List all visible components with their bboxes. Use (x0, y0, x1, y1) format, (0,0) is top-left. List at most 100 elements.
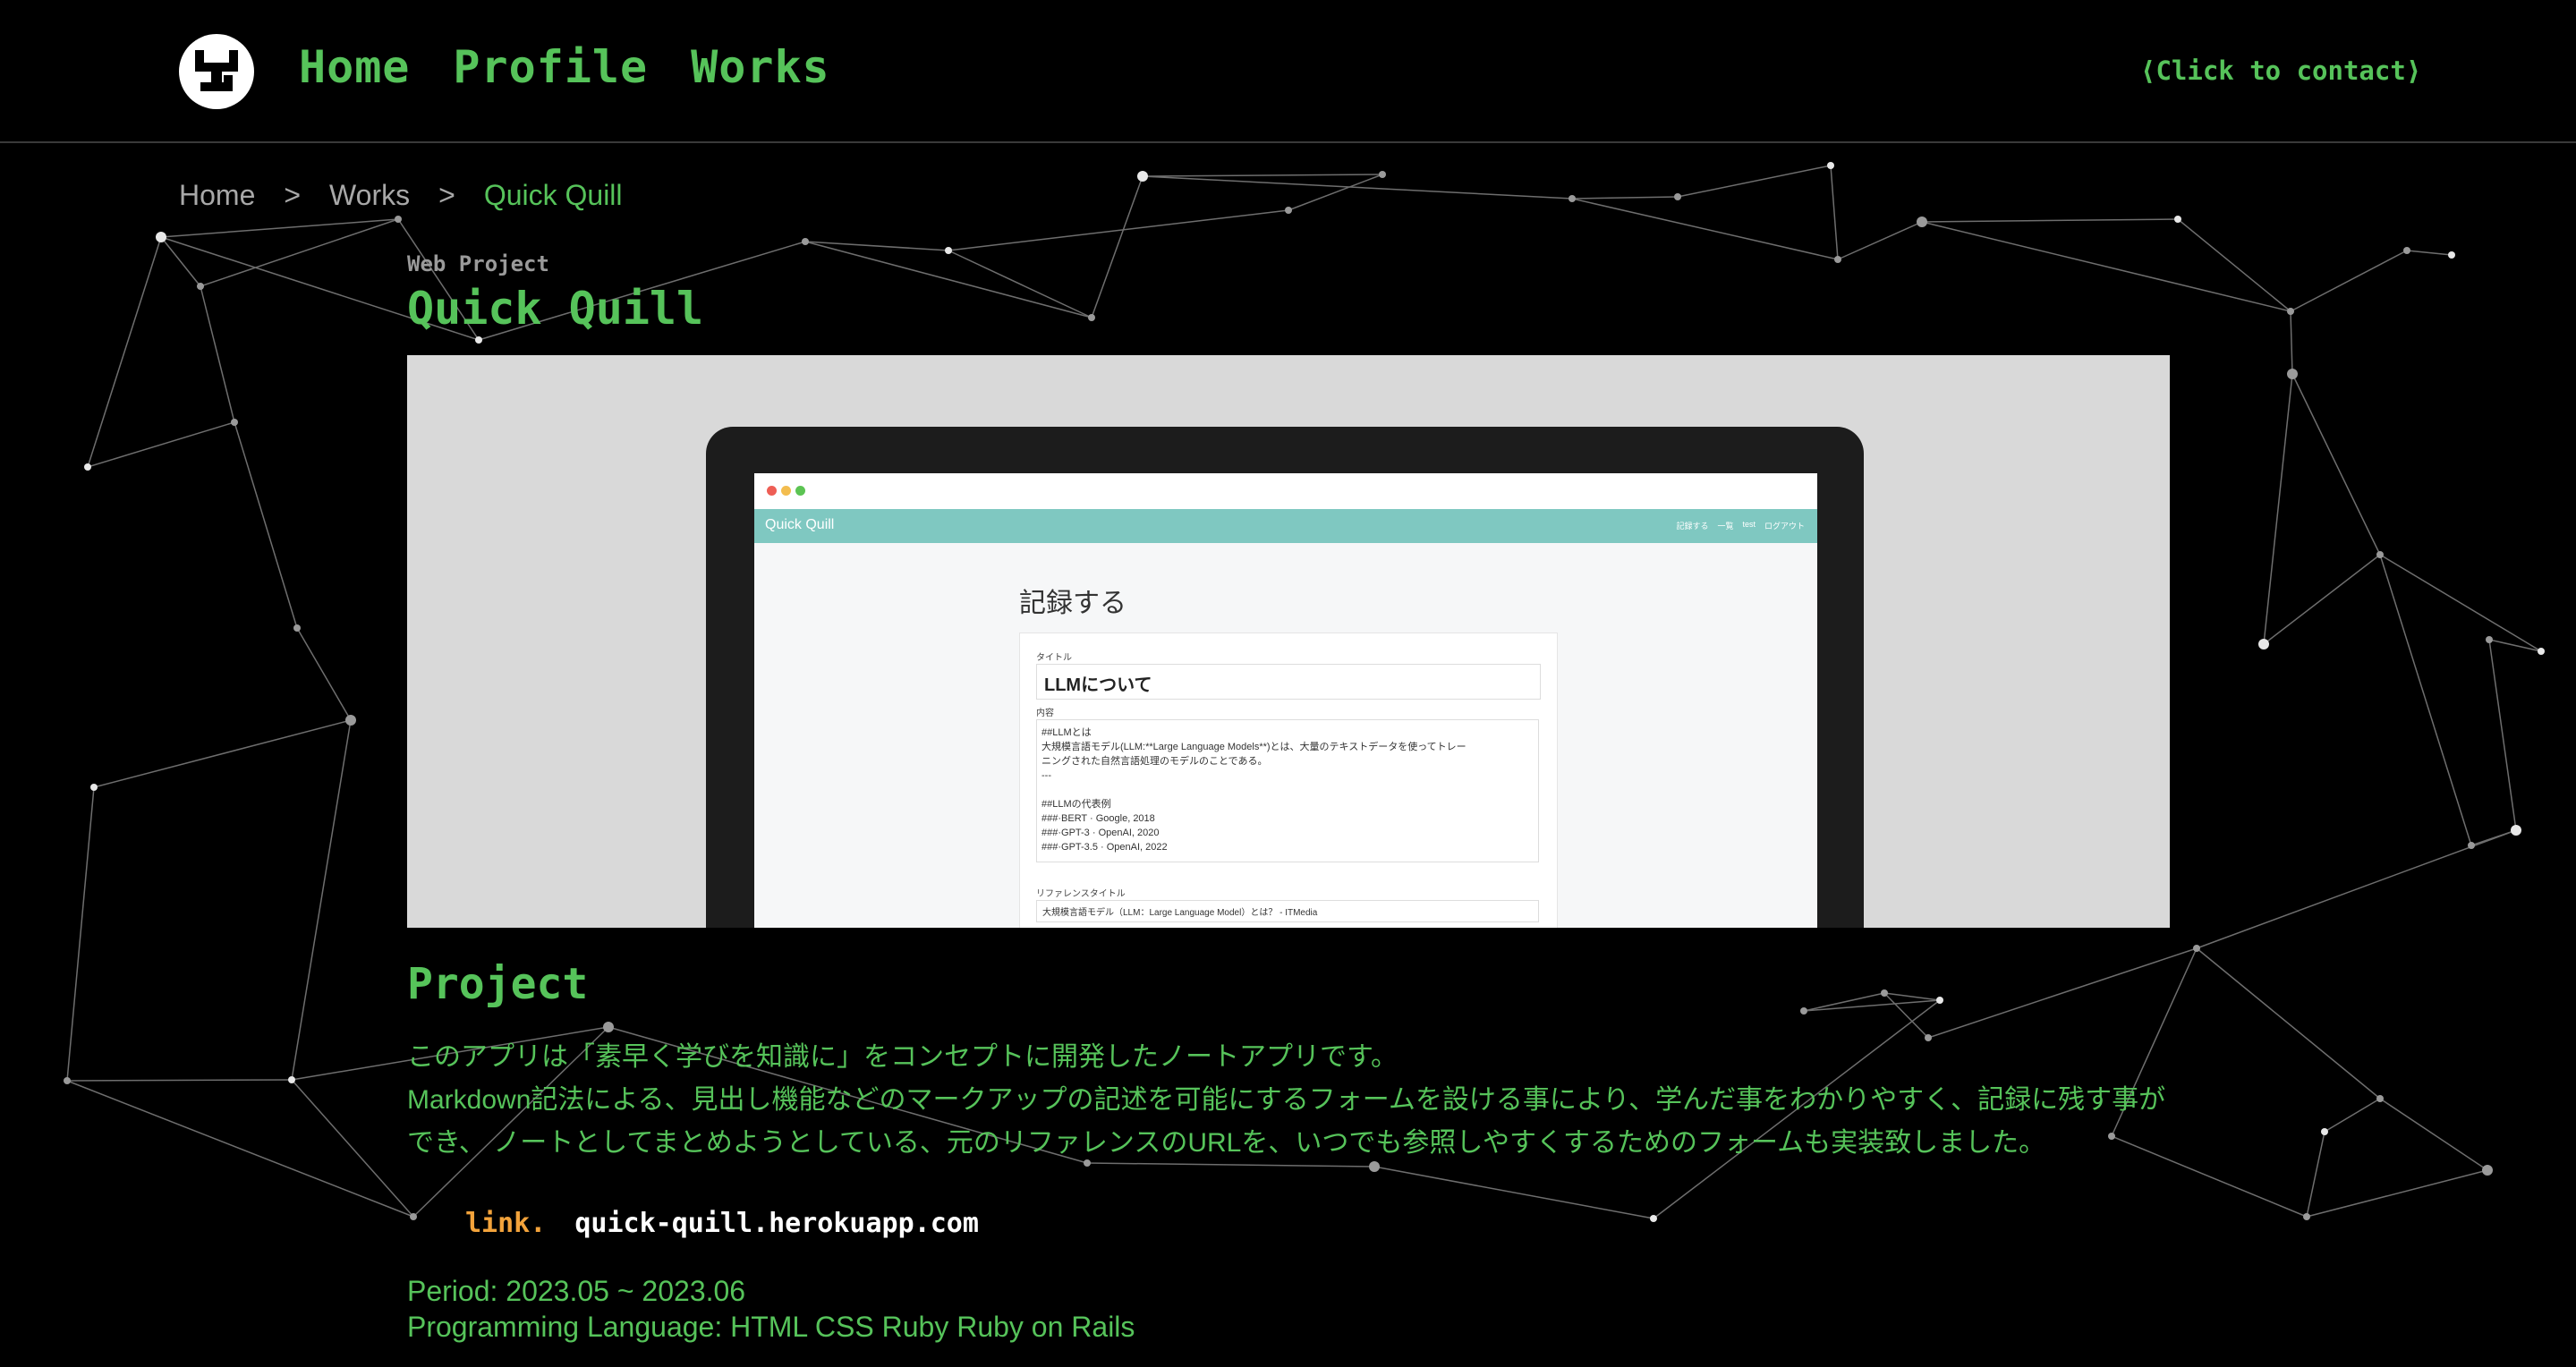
network-node (84, 463, 91, 471)
network-node (2482, 1165, 2493, 1176)
work-category: Web Project (407, 251, 549, 276)
network-line (2488, 639, 2542, 652)
network-line (291, 1079, 414, 1218)
project-url-link[interactable]: quick-quill.herokuapp.com (574, 1208, 979, 1239)
network-node (2448, 251, 2455, 259)
network-node (1881, 989, 1888, 997)
site-header: Home Profile Works ⟨Click to contact⟩ (0, 0, 2576, 143)
network-node (2321, 1128, 2328, 1135)
network-line (1803, 999, 1941, 1012)
project-link: link. quick-quill.herokuapp.com (465, 1208, 979, 1239)
network-node (2287, 308, 2294, 315)
laptop-frame: Quick Quill 記録する 一覧 test ログアウト 記録する タイトル… (706, 427, 1864, 928)
network-line (66, 1079, 293, 1082)
content-line: --- (1041, 770, 1051, 781)
breadcrumb: Home > Works > Quick Quill (179, 179, 623, 212)
network-node (2511, 825, 2521, 836)
network-node (2193, 945, 2200, 952)
network-line (2196, 947, 2381, 1100)
form-card: タイトル LLMについて 内容 ##LLMとは 大規模言語モデル(LLM:**L… (1019, 633, 1558, 928)
minimize-dot-icon (781, 486, 791, 496)
link-label: link. (465, 1208, 547, 1239)
network-line (1288, 174, 1383, 211)
project-screenshot: Quick Quill 記録する 一覧 test ログアウト 記録する タイトル… (407, 355, 2170, 928)
network-node (293, 624, 301, 632)
network-line (93, 719, 352, 788)
contact-link[interactable]: ⟨Click to contact⟩ (2140, 55, 2421, 86)
network-line (66, 786, 95, 1082)
content-label: 内容 (1036, 709, 1054, 718)
network-node (410, 1213, 417, 1220)
network-line (1830, 165, 1839, 260)
network-line (234, 421, 298, 629)
content-line: ###·BERT · Google, 2018 (1041, 813, 1155, 824)
network-line (66, 1080, 414, 1218)
network-line (2196, 829, 2517, 949)
app-menu: 記録する 一覧 test ログアウト (1676, 520, 1805, 531)
nav-profile[interactable]: Profile (453, 41, 648, 93)
network-node (345, 715, 356, 726)
network-line (2406, 250, 2453, 256)
network-line (1921, 218, 2179, 223)
network-node (2287, 369, 2298, 379)
network-line (1142, 175, 1573, 200)
network-node (197, 283, 204, 290)
network-line (1883, 992, 1929, 1039)
logo-icon (195, 50, 238, 91)
network-node (1379, 171, 1386, 178)
network-node (1936, 997, 1943, 1004)
network-line (1927, 947, 2198, 1039)
network-line (2324, 1098, 2381, 1133)
content-line: ニングされた自然言語処理のモデルのことである。 (1041, 756, 1268, 767)
network-line (804, 241, 949, 251)
network-node (2468, 842, 2475, 849)
site-logo[interactable] (179, 34, 254, 109)
laptop-screen: Quick Quill 記録する 一覧 test ログアウト 記録する タイトル… (754, 473, 1817, 928)
network-line (87, 236, 162, 468)
page-title: Quick Quill (407, 283, 704, 335)
network-node (2303, 1213, 2310, 1220)
project-description: このアプリは「素早く学びを知識に」をコンセプトに開発したノートアプリです。 Ma… (407, 1036, 2179, 1165)
title-label: タイトル (1036, 653, 1072, 663)
network-node (2486, 636, 2493, 643)
breadcrumb-current: Quick Quill (483, 179, 623, 211)
breadcrumb-works[interactable]: Works (329, 179, 410, 212)
content-line: ##LLMの代表例 (1041, 799, 1111, 810)
nav-home[interactable]: Home (299, 41, 410, 93)
network-line (1571, 196, 1679, 200)
network-line (1883, 992, 1941, 1001)
reference-field: 大規模言語モデル（LLM：Large Language Model）とは？ - … (1036, 900, 1539, 922)
title-field: LLMについて (1036, 664, 1541, 700)
network-node (64, 1077, 71, 1084)
network-line (1571, 198, 1839, 260)
network-line (160, 218, 399, 238)
network-line (1373, 1166, 1654, 1219)
network-line (296, 627, 352, 721)
network-node (395, 216, 402, 223)
network-line (2306, 1169, 2488, 1218)
network-node (2258, 639, 2269, 650)
breadcrumb-separator: > (438, 179, 455, 211)
content-line: ###·GPT-3.5 · OpenAI, 2022 (1041, 842, 1168, 853)
network-node (1674, 193, 1681, 200)
network-line (2488, 639, 2517, 831)
description-paragraph: このアプリは「素早く学びを知識に」をコンセプトに開発したノートアプリです。 (407, 1042, 1398, 1072)
network-line (2379, 554, 2542, 652)
network-line (160, 236, 201, 287)
network-line (87, 421, 235, 468)
breadcrumb-home[interactable]: Home (179, 179, 255, 212)
content-line: ##LLMとは (1041, 727, 1092, 738)
network-node (1800, 1007, 1807, 1015)
browser-titlebar (754, 473, 1817, 509)
network-line (291, 719, 352, 1081)
network-line (2263, 554, 2381, 645)
nav-works[interactable]: Works (691, 41, 830, 93)
network-node (802, 238, 809, 245)
app-menu-item: 記録する (1676, 522, 1709, 531)
network-node (945, 247, 952, 254)
network-line (200, 218, 399, 287)
network-node (2376, 1095, 2384, 1102)
close-dot-icon (767, 486, 777, 496)
network-line (1677, 165, 1832, 198)
network-node (1650, 1215, 1657, 1222)
